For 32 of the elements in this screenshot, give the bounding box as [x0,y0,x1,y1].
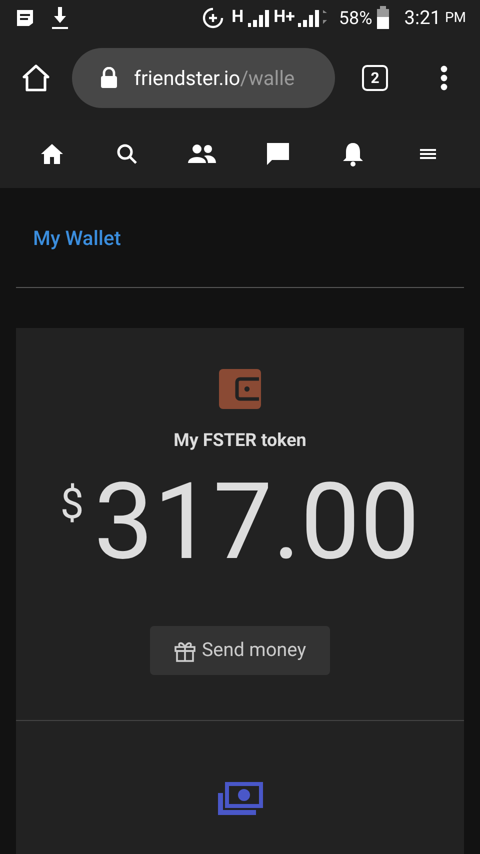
menu-icon[interactable] [420,148,436,160]
people-icon[interactable] [187,144,218,164]
money-icon [216,781,264,817]
notification-icon [14,8,36,28]
more-icon[interactable] [440,65,448,91]
home-icon[interactable] [40,143,64,165]
data-saver-icon [202,7,224,29]
signal-icon [296,8,329,28]
bell-icon[interactable] [340,141,365,167]
url-path: /walle [240,65,295,92]
battery-icon [376,6,390,30]
balance-amount: 317.00 [94,462,420,582]
wallet-icon [219,369,261,409]
battery-percentage: 58% [338,6,372,30]
clock-period: PM [444,8,466,28]
gift-icon [174,640,196,662]
currency-symbol: $ [60,484,84,526]
lock-icon [100,67,118,89]
search-icon[interactable] [114,142,139,166]
network-type: H [232,6,244,30]
page-title: My Wallet [33,224,121,252]
tab-count[interactable]: 2 [362,65,388,91]
address-bar[interactable]: friendster.io/walle [72,48,335,108]
clock-time: 3:21 [404,4,441,31]
url-domain: friendster.io [134,65,240,92]
download-icon [50,6,70,30]
send-money-button[interactable]: Send money [150,626,330,675]
signal-icon [246,8,272,28]
chat-icon[interactable] [264,141,291,167]
home-icon[interactable] [22,64,50,92]
token-label: My FSTER token [174,429,306,453]
network-type: H+ [274,6,295,30]
